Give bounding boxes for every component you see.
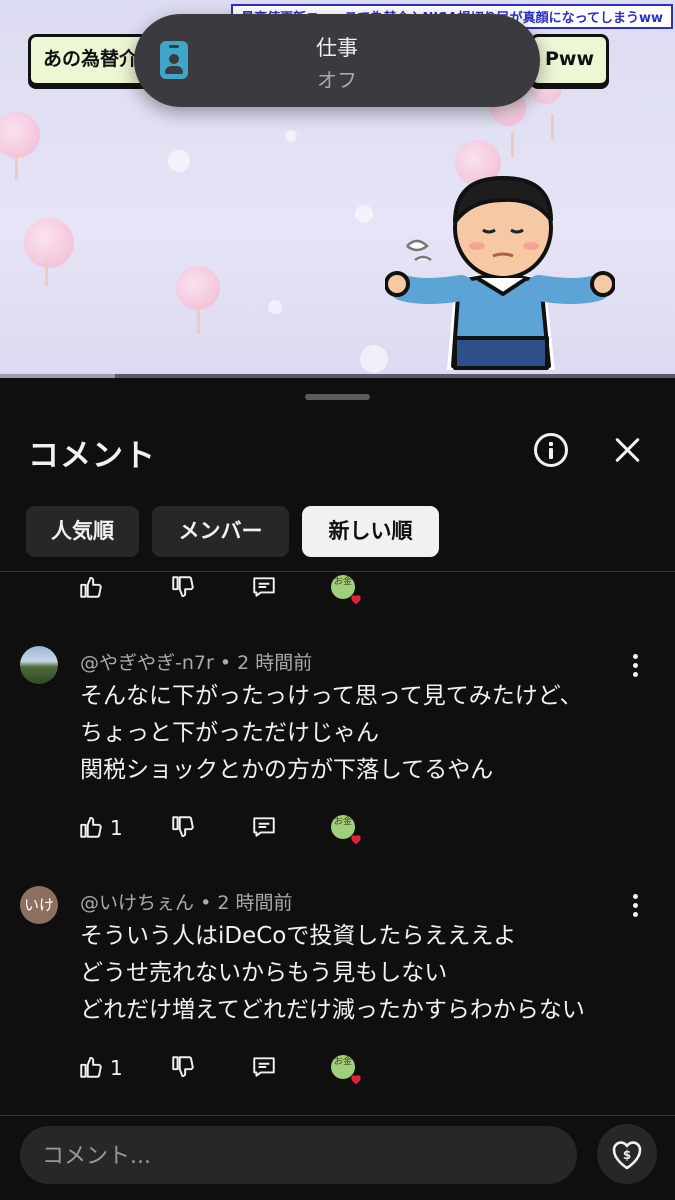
comment-time: 2 時間前 <box>237 652 313 674</box>
cotton-candy-decoration <box>0 112 40 180</box>
comment-text: そんなに下がったっけって思って見てみたけど、 ちょっと下がっただけじゃん 関税シ… <box>80 678 583 789</box>
comment-text: そういう人はiDeCoで投資したらえええよ どうせ売れないからもう見もしない ど… <box>80 918 585 1029</box>
toast-subtitle: オフ <box>317 68 357 92</box>
sticker-label: お金 <box>333 817 352 827</box>
like-count: 1 <box>110 816 123 840</box>
bokeh-dot <box>285 130 297 142</box>
comment-line: ちょっと下がっただけじゃん <box>80 720 379 746</box>
comment-time: 2 時間前 <box>217 892 293 914</box>
sticker-label: お金 <box>333 1057 352 1067</box>
chip-newest[interactable]: 新しい順 <box>302 506 439 557</box>
dislike-icon[interactable] <box>170 814 196 840</box>
comment-input-bar[interactable] <box>20 1126 577 1186</box>
reply-icon[interactable] <box>250 1054 278 1080</box>
comment-input[interactable] <box>40 1126 554 1186</box>
like-icon[interactable] <box>78 574 104 600</box>
comment-author-line[interactable]: @やぎやぎ-n7r • 2 時間前 <box>80 648 312 675</box>
video-caption-sticker-right: Pww <box>530 34 610 86</box>
heart-icon <box>351 835 361 845</box>
close-icon[interactable] <box>612 434 644 466</box>
sheet-title: コメント <box>28 438 156 474</box>
toast-title: 仕事 <box>316 36 358 60</box>
comment-author-line[interactable]: @いけちぇん • 2 時間前 <box>80 888 292 915</box>
super-thanks-button[interactable]: $ <box>597 1124 657 1184</box>
comments-sheet: コメント 人気順 メンバー 新しい順 お金 @やぎやぎ-n7r • 2 時間前 … <box>0 378 675 1200</box>
dislike-icon[interactable] <box>170 574 196 600</box>
comment-line: 関税ショックとかの方が下落してるやん <box>80 757 494 783</box>
chip-popular[interactable]: 人気順 <box>26 506 139 557</box>
bokeh-dot <box>360 345 388 373</box>
more-options-icon[interactable] <box>632 894 638 918</box>
shrugging-man-illustration <box>385 176 615 370</box>
like-icon[interactable] <box>78 814 104 840</box>
cotton-candy-decoration <box>24 218 74 286</box>
avatar[interactable]: いけ <box>20 886 58 924</box>
reply-icon[interactable] <box>250 814 278 840</box>
heart-dollar-icon: $ <box>612 1141 642 1170</box>
svg-text:$: $ <box>623 1148 631 1162</box>
comment-author[interactable]: @いけちぇん <box>80 892 194 914</box>
comment-line: どれだけ増えてどれだけ減ったかすらわからない <box>80 997 585 1023</box>
more-options-icon[interactable] <box>632 654 638 678</box>
divider <box>0 1115 675 1116</box>
avatar[interactable] <box>20 646 58 684</box>
heart-icon <box>351 595 361 605</box>
focus-mode-toast[interactable]: 仕事 オフ <box>134 14 540 107</box>
dislike-icon[interactable] <box>170 1054 196 1080</box>
money-sticker-icon[interactable]: お金 <box>331 815 361 845</box>
bokeh-dot <box>268 300 282 314</box>
like-icon[interactable] <box>78 1054 104 1080</box>
divider <box>0 571 675 572</box>
comment-author[interactable]: @やぎやぎ-n7r <box>80 652 214 674</box>
drag-handle[interactable] <box>305 394 370 400</box>
comment-line: そんなに下がったっけって思って見てみたけど、 <box>80 683 583 709</box>
bokeh-dot <box>355 205 373 223</box>
money-sticker-icon[interactable]: お金 <box>331 1055 361 1085</box>
heart-icon <box>351 1075 361 1085</box>
sticker-label: お金 <box>333 577 352 587</box>
bokeh-dot <box>168 150 190 172</box>
comment-line: そういう人はiDeCoで投資したらえええよ <box>80 923 517 949</box>
reply-icon[interactable] <box>250 574 278 600</box>
cotton-candy-decoration <box>176 266 220 334</box>
comment-line: どうせ売れないからもう見もしない <box>80 960 448 986</box>
info-icon[interactable] <box>534 433 568 467</box>
chip-members[interactable]: メンバー <box>152 506 289 557</box>
like-count: 1 <box>110 1056 123 1080</box>
money-sticker-icon[interactable]: お金 <box>331 575 361 605</box>
